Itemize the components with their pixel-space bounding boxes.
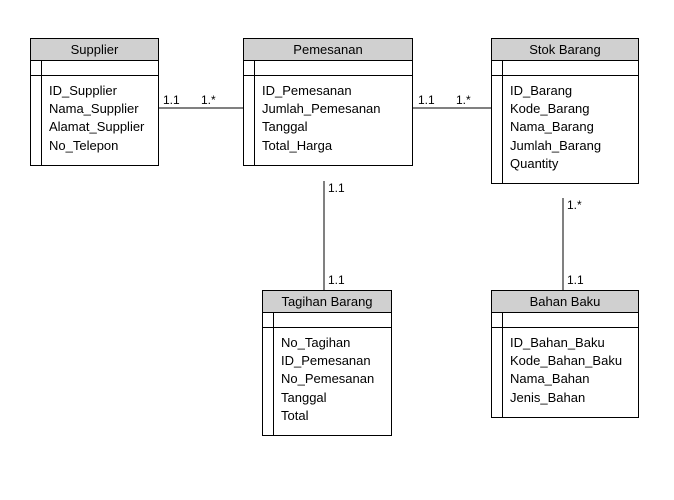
class-supplier-empty <box>31 61 158 76</box>
class-pemesanan-attrs: ID_Pemesanan Jumlah_Pemesanan Tanggal To… <box>244 76 412 165</box>
class-bahan-baku-title: Bahan Baku <box>492 291 638 313</box>
attr: No_Tagihan <box>271 334 383 352</box>
attr: No_Pemesanan <box>271 370 383 388</box>
attr: No_Telepon <box>39 137 150 155</box>
class-bahan-baku-empty <box>492 313 638 328</box>
attr: ID_Pemesanan <box>252 82 404 100</box>
attr: Jumlah_Pemesanan <box>252 100 404 118</box>
attr: Kode_Bahan_Baku <box>500 352 630 370</box>
class-tagihan-barang-empty <box>263 313 391 328</box>
attr: Total_Harga <box>252 137 404 155</box>
attr: Jumlah_Barang <box>500 137 630 155</box>
attr: ID_Barang <box>500 82 630 100</box>
class-stok-barang-empty <box>492 61 638 76</box>
mult-supplier-side: 1.1 <box>163 93 180 107</box>
attr: Nama_Bahan <box>500 370 630 388</box>
attr: Alamat_Supplier <box>39 118 150 136</box>
attr: ID_Bahan_Baku <box>500 334 630 352</box>
class-tagihan-barang-attrs: No_Tagihan ID_Pemesanan No_Pemesanan Tan… <box>263 328 391 435</box>
attr: Total <box>271 407 383 425</box>
attr: ID_Pemesanan <box>271 352 383 370</box>
class-diagram-canvas: Supplier ID_Supplier Nama_Supplier Alama… <box>0 0 674 500</box>
attr: Jenis_Bahan <box>500 389 630 407</box>
mult-pemesanan-to-stok: 1.1 <box>418 93 435 107</box>
class-bahan-baku: Bahan Baku ID_Bahan_Baku Kode_Bahan_Baku… <box>491 290 639 418</box>
class-pemesanan-title: Pemesanan <box>244 39 412 61</box>
attr: Kode_Barang <box>500 100 630 118</box>
class-supplier: Supplier ID_Supplier Nama_Supplier Alama… <box>30 38 159 166</box>
class-supplier-attrs: ID_Supplier Nama_Supplier Alamat_Supplie… <box>31 76 158 165</box>
attr: Nama_Supplier <box>39 100 150 118</box>
attr: ID_Supplier <box>39 82 150 100</box>
mult-bahan-side: 1.1 <box>567 273 584 287</box>
class-stok-barang: Stok Barang ID_Barang Kode_Barang Nama_B… <box>491 38 639 184</box>
class-stok-barang-title: Stok Barang <box>492 39 638 61</box>
attr: Tanggal <box>252 118 404 136</box>
mult-stok-to-bahan: 1.* <box>567 198 582 212</box>
mult-pemesanan-to-tagihan: 1.1 <box>328 181 345 195</box>
class-bahan-baku-attrs: ID_Bahan_Baku Kode_Bahan_Baku Nama_Bahan… <box>492 328 638 417</box>
class-stok-barang-attrs: ID_Barang Kode_Barang Nama_Barang Jumlah… <box>492 76 638 183</box>
class-supplier-title: Supplier <box>31 39 158 61</box>
class-pemesanan: Pemesanan ID_Pemesanan Jumlah_Pemesanan … <box>243 38 413 166</box>
mult-pemesanan-from-supplier: 1.* <box>201 93 216 107</box>
attr: Nama_Barang <box>500 118 630 136</box>
class-tagihan-barang: Tagihan Barang No_Tagihan ID_Pemesanan N… <box>262 290 392 436</box>
mult-tagihan-side: 1.1 <box>328 273 345 287</box>
attr: Tanggal <box>271 389 383 407</box>
class-pemesanan-empty <box>244 61 412 76</box>
attr: Quantity <box>500 155 630 173</box>
mult-stok-side: 1.* <box>456 93 471 107</box>
class-tagihan-barang-title: Tagihan Barang <box>263 291 391 313</box>
